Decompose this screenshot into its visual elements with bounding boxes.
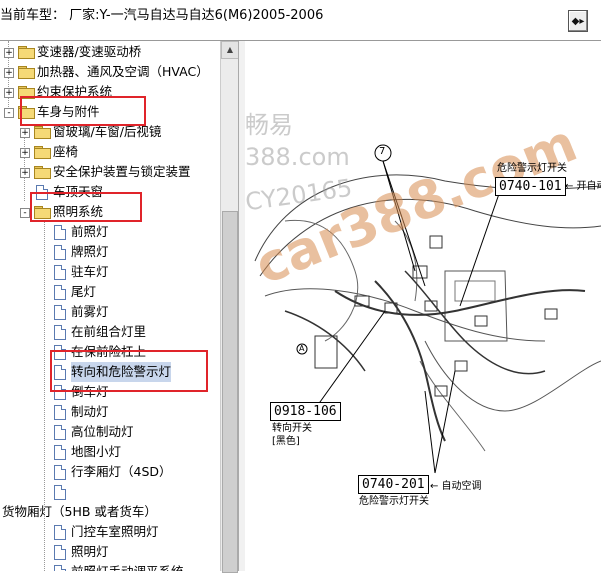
document-icon (54, 425, 66, 440)
tree-leaf-item[interactable]: 在前组合灯里 (0, 322, 220, 342)
tree-item-label: 尾灯 (71, 284, 97, 299)
tree-leaf-item[interactable]: 高位制动灯 (0, 422, 220, 442)
watermark-388com: 388.com (245, 143, 350, 171)
document-icon (54, 245, 66, 260)
tree-scrollbar[interactable]: ▲ (220, 41, 239, 573)
document-icon (54, 265, 66, 280)
tree-item-label: 制动灯 (71, 404, 109, 419)
highlight-lighting-system (30, 192, 142, 222)
callout-0918-106: 0918-106 (270, 402, 341, 421)
document-icon (54, 565, 66, 571)
navigate-icon: ◆▸ (571, 15, 585, 27)
tree-folder-item[interactable]: 货物厢灯（5HB 或者货车） (0, 502, 220, 522)
tree-leaf-item[interactable]: 驻车灯 (0, 262, 220, 282)
document-icon (54, 305, 66, 320)
expand-toggle-icon[interactable]: + (20, 128, 30, 138)
left-callout-caption: 转向开关 (272, 423, 312, 434)
tree-item-label: 行李厢灯（4SD） (71, 464, 172, 479)
folder-icon (34, 126, 51, 139)
folder-icon (34, 146, 51, 159)
highlight-body-accessories (20, 96, 146, 126)
document-icon (54, 445, 66, 460)
tree-leaf-item[interactable]: 前照灯手动调平系统 (0, 562, 220, 571)
tree-leaf-item[interactable]: 地图小灯 (0, 442, 220, 462)
tree-leaf-item[interactable]: 制动灯 (0, 402, 220, 422)
document-icon (54, 465, 66, 480)
tree-item-label: 货物厢灯（5HB 或者货车） (2, 504, 157, 519)
tree-item-label: 变速器/变速驱动桥 (37, 44, 142, 59)
expand-toggle-icon[interactable]: + (4, 48, 14, 58)
highlight-turn-hazard (50, 350, 208, 392)
folder-icon (34, 166, 51, 179)
tree-item-label: 加热器、通风及空调（HVAC） (37, 64, 209, 79)
tree-item-label: 照明灯 (71, 544, 109, 559)
tree-item-label: 安全保护装置与锁定装置 (53, 164, 191, 179)
tree-item-label: 前照灯手动调平系统 (71, 562, 184, 571)
tree-leaf-item[interactable] (0, 482, 220, 502)
document-icon (54, 525, 66, 540)
tree-item-label: 高位制动灯 (71, 424, 134, 439)
left-callout-caption-color: [黑色] (272, 436, 300, 447)
scrollbar-thumb[interactable] (222, 211, 238, 573)
tree-item-label: 前雾灯 (71, 304, 109, 319)
tree-leaf-item[interactable]: 门控车室照明灯 (0, 522, 220, 542)
watermark-chinese: 畅易 (245, 111, 293, 139)
current-model-title: 当前车型： 厂家:Y-一汽马自达马自达6(M6)2005-2006 (0, 8, 324, 23)
bottom-callout-arrow: ← 自动空调 (430, 481, 482, 492)
expand-toggle-icon[interactable]: + (20, 168, 30, 178)
document-icon (54, 285, 66, 300)
tree-leaf-item[interactable]: 前雾灯 (0, 302, 220, 322)
tree-item-label: 前照灯 (71, 224, 109, 239)
top-callout-caption: 危险警示灯开关 (497, 163, 567, 174)
tree-item-label: 牌照灯 (71, 244, 109, 259)
scroll-up-arrow-icon[interactable]: ▲ (221, 41, 239, 59)
tree-leaf-item[interactable]: 尾灯 (0, 282, 220, 302)
folder-icon (18, 46, 35, 59)
tree-folder-item[interactable]: + 变速器/变速驱动桥 (0, 42, 220, 62)
tree-leaf-item[interactable]: 照明灯 (0, 542, 220, 562)
tree-folder-item[interactable]: + 座椅 (0, 142, 220, 162)
tree-folder-item[interactable]: + 安全保护装置与锁定装置 (0, 162, 220, 182)
small-marker-label: A (299, 344, 305, 353)
navigate-button[interactable]: ◆▸ (568, 10, 588, 32)
collapse-toggle-icon[interactable]: - (20, 208, 30, 218)
tree-folder-item[interactable]: + 加热器、通风及空调（HVAC） (0, 62, 220, 82)
tree-leaf-item[interactable]: 牌照灯 (0, 242, 220, 262)
document-icon (54, 405, 66, 420)
tree-item-label: 地图小灯 (71, 444, 122, 459)
callout-0740-201: 0740-201 (358, 475, 429, 494)
tree-leaf-item[interactable]: 行李厢灯（4SD） (0, 462, 220, 482)
tree-leaf-item[interactable]: 前照灯 (0, 222, 220, 242)
bottom-callout-caption: 危险警示灯开关 (359, 496, 429, 507)
expand-toggle-icon[interactable]: + (20, 148, 30, 158)
wiring-diagram: 畅易 388.com CY20165 car388.com 7 A 危险警示灯开… (245, 41, 601, 571)
document-icon (54, 545, 66, 560)
document-icon (54, 225, 66, 240)
tree-item-label: 在前组合灯里 (71, 324, 147, 339)
callout-0740-101: 0740-101 (495, 177, 566, 196)
tree-item-label: 座椅 (53, 144, 79, 159)
tree-item-label: 门控车室照明灯 (71, 524, 159, 539)
folder-icon (18, 66, 35, 79)
document-icon (54, 485, 66, 500)
title-bar: 当前车型： 厂家:Y-一汽马自达马自达6(M6)2005-2006 ◆▸ (0, 0, 601, 40)
circle-marker-label: 7 (379, 146, 386, 157)
expand-toggle-icon[interactable]: + (4, 88, 14, 98)
tree-item-label: 驻车灯 (71, 264, 109, 279)
document-icon (54, 325, 66, 340)
top-callout-arrow: ← 开自动空 (565, 181, 601, 192)
collapse-toggle-icon[interactable]: - (4, 108, 14, 118)
expand-toggle-icon[interactable]: + (4, 68, 14, 78)
